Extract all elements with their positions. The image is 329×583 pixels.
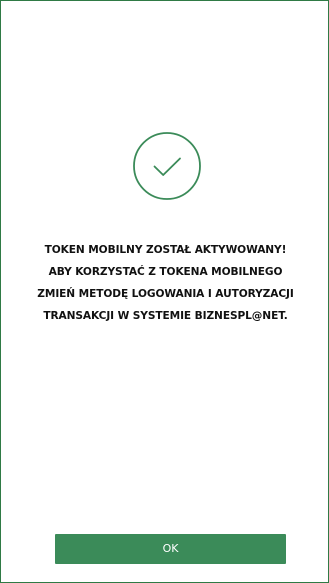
message-line-1: TOKEN MOBILNY ZOSTAŁ AKTYWOWANY! (44, 244, 287, 256)
message-line-2: ABY KORZYSTAĆ Z TOKENA MOBILNEGO (48, 266, 283, 278)
success-check-icon (132, 131, 202, 201)
ok-button[interactable]: OK (55, 534, 286, 564)
success-message: TOKEN MOBILNY ZOSTAŁ AKTYWOWANY! ABY KOR… (19, 239, 312, 327)
activation-screen: TOKEN MOBILNY ZOSTAŁ AKTYWOWANY! ABY KOR… (0, 0, 329, 583)
message-line-4: TRANSAKCJI W SYSTEMIE BIZNESPL@NET. (43, 310, 288, 322)
message-line-3: ZMIEŃ METODĘ LOGOWANIA I AUTORYZACJI (37, 288, 294, 300)
